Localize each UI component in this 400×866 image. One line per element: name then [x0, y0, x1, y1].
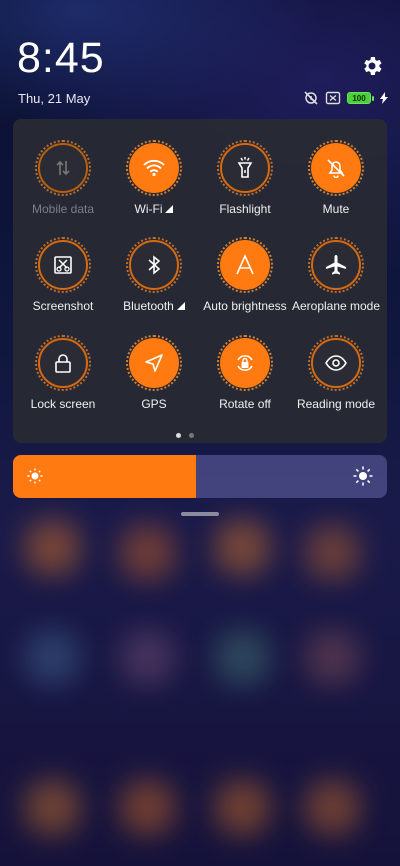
toggle-auto-brightness[interactable]: Auto brightness — [197, 237, 293, 313]
toggle-label: Lock screen — [30, 397, 96, 411]
blurred-home-screen — [0, 500, 400, 866]
rotate-lock-icon — [237, 355, 253, 371]
quick-settings-panel: Mobile data Wi-Fi Flashlight Mute Screen… — [13, 119, 387, 443]
toggle-label: Flashlight — [219, 202, 271, 216]
flashlight-toggle-button[interactable] — [217, 140, 273, 196]
bell-off-icon — [327, 159, 345, 178]
charging-icon — [380, 92, 388, 104]
toggle-label: Wi-Fi — [134, 202, 163, 216]
battery-level: 100 — [347, 92, 371, 104]
rotate-toggle-button[interactable] — [217, 335, 273, 391]
toggle-label: Aeroplane mode — [291, 299, 381, 313]
toggle-reading-mode[interactable]: Reading mode — [288, 335, 384, 411]
toggle-mute[interactable]: Mute — [288, 140, 384, 216]
toggle-label: Auto brightness — [203, 299, 287, 313]
toggle-aeroplane-mode[interactable]: Aeroplane mode — [288, 237, 384, 313]
mobile-data-toggle-button[interactable] — [35, 140, 91, 196]
wifi-toggle-button[interactable] — [126, 140, 182, 196]
toggle-mobile-data[interactable]: Mobile data — [15, 140, 111, 216]
toggle-gps[interactable]: GPS — [106, 335, 202, 411]
lock-screen-toggle-button[interactable] — [35, 335, 91, 391]
toggle-screenshot[interactable]: Screenshot — [15, 237, 111, 313]
toggle-label: Bluetooth — [123, 299, 174, 313]
signal-triangle-icon — [176, 302, 185, 310]
bluetooth-icon — [148, 255, 161, 275]
wifi-icon — [143, 159, 165, 177]
no-sim-icon — [325, 91, 341, 105]
screenshot-icon — [54, 256, 72, 274]
page-dot-2[interactable] — [189, 433, 194, 438]
toggle-flashlight[interactable]: Flashlight — [197, 140, 293, 216]
toggle-bluetooth[interactable]: Bluetooth — [106, 237, 202, 313]
panel-drag-handle[interactable] — [181, 512, 219, 516]
toggle-label: Rotate off — [219, 397, 271, 411]
eye-icon — [325, 355, 347, 371]
toggle-label: Mute — [322, 202, 350, 216]
signal-triangle-icon — [165, 205, 174, 213]
mobile-data-icon — [56, 160, 70, 176]
page-dot-1[interactable] — [176, 433, 181, 438]
clock-time: 8:45 — [17, 34, 105, 82]
toggle-label: Reading mode — [296, 397, 376, 411]
location-arrow-icon — [145, 354, 163, 372]
auto-brightness-toggle-button[interactable] — [217, 237, 273, 293]
toggle-label: Mobile data — [31, 202, 95, 216]
lock-icon — [55, 354, 71, 373]
gps-toggle-button[interactable] — [126, 335, 182, 391]
mute-toggle-button[interactable] — [308, 140, 364, 196]
screenshot-toggle-button[interactable] — [35, 237, 91, 293]
toggle-wifi[interactable]: Wi-Fi — [106, 140, 202, 216]
brightness-high-icon — [353, 466, 373, 486]
status-header: 8:45 Thu, 21 May 100 — [0, 0, 400, 115]
toggle-label: Screenshot — [32, 299, 94, 313]
toggle-label: GPS — [141, 397, 167, 411]
gear-icon[interactable] — [360, 54, 384, 78]
system-status-icons: 100 — [303, 90, 388, 106]
toggle-rotate-off[interactable]: Rotate off — [197, 335, 293, 411]
alarm-off-icon — [304, 91, 318, 105]
battery-icon: 100 — [347, 92, 374, 104]
brightness-low-icon — [27, 468, 43, 484]
page-indicator — [176, 433, 194, 438]
flashlight-icon — [237, 157, 253, 178]
reading-mode-toggle-button[interactable] — [308, 335, 364, 391]
toggle-lock-screen[interactable]: Lock screen — [15, 335, 111, 411]
brightness-slider[interactable] — [13, 455, 387, 498]
airplane-icon — [326, 255, 346, 275]
bluetooth-toggle-button[interactable] — [126, 237, 182, 293]
aeroplane-toggle-button[interactable] — [308, 237, 364, 293]
clock-date: Thu, 21 May — [18, 91, 91, 106]
auto-brightness-icon — [236, 254, 254, 275]
